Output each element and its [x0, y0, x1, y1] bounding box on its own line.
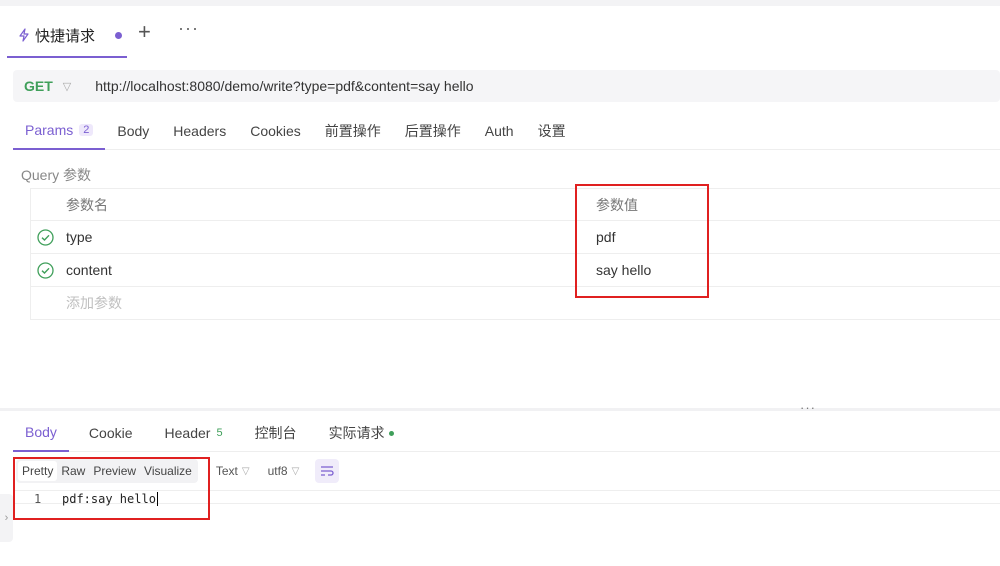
tab-response-cookie[interactable]: Cookie [77, 414, 145, 452]
resize-grip-icon[interactable]: ··· [800, 400, 816, 415]
param-name-field[interactable]: content [66, 262, 112, 278]
highlight-box-values [575, 184, 709, 298]
add-param-input[interactable]: 添加参数 [66, 293, 122, 313]
query-section-label: Query 参数 [21, 167, 92, 183]
sidebar-toggle-icon[interactable]: › [0, 494, 13, 542]
tab-response-header[interactable]: Header 5 [153, 414, 235, 452]
more-icon[interactable]: ··· [178, 18, 199, 39]
response-tabs: Body Cookie Header 5 控制台 实际请求 [13, 414, 1000, 452]
unsaved-dot [115, 31, 123, 39]
tab-post-script[interactable]: 后置操作 [393, 112, 473, 150]
tab-title: 快捷请求 [35, 27, 96, 45]
tab-console[interactable]: 控制台 [243, 414, 309, 452]
highlight-box-response [13, 457, 210, 520]
url-input[interactable]: http://localhost:8080/demo/write?type=pd… [95, 78, 473, 94]
url-bar: GET ▽ http://localhost:8080/demo/write?t… [13, 70, 1000, 102]
tab-quick-request[interactable]: 快捷请求 [7, 14, 127, 58]
add-param-row[interactable]: 添加参数 [30, 287, 1000, 320]
table-header: 参数名 参数值 [30, 188, 1000, 221]
add-tab-icon[interactable]: + [138, 21, 151, 43]
check-circle-icon[interactable] [37, 229, 54, 246]
tab-actual-request[interactable]: 实际请求 [317, 414, 406, 452]
chevron-down-icon: ▽ [291, 465, 300, 477]
header-count-badge: 5 [216, 427, 223, 439]
chevron-down-icon[interactable]: ▽ [63, 80, 71, 93]
check-circle-icon[interactable] [37, 262, 54, 279]
panel-divider[interactable] [0, 408, 1000, 411]
tab-body[interactable]: Body [105, 112, 161, 150]
tab-cookies[interactable]: Cookies [238, 112, 313, 150]
tab-headers[interactable]: Headers [161, 112, 238, 150]
request-tabs: Params 2 Body Headers Cookies 前置操作 后置操作 … [13, 112, 1000, 150]
params-table: 参数名 参数值 type pdf content say hello 添加参数 [30, 188, 1000, 320]
tab-auth[interactable]: Auth [473, 112, 526, 150]
bolt-icon [19, 28, 29, 42]
params-count-badge: 2 [79, 124, 94, 136]
col-name-header: 参数名 [66, 196, 108, 213]
table-row: content say hello [30, 254, 1000, 287]
tab-settings[interactable]: 设置 [526, 112, 578, 150]
param-name-field[interactable]: type [66, 229, 92, 245]
table-row: type pdf [30, 221, 1000, 254]
tab-pre-script[interactable]: 前置操作 [313, 112, 393, 150]
format-select[interactable]: Text ▽ [216, 464, 250, 478]
tab-params[interactable]: Params 2 [13, 112, 106, 150]
method-select[interactable]: GET [24, 78, 53, 94]
tab-bar: 快捷请求 + ··· [0, 6, 1000, 58]
tab-response-body[interactable]: Body [13, 414, 69, 452]
status-dot [388, 430, 394, 436]
wrap-lines-button[interactable] [315, 459, 340, 483]
wrap-icon [321, 466, 334, 476]
chevron-down-icon: ▽ [241, 465, 250, 477]
encoding-select[interactable]: utf8 ▽ [268, 464, 300, 478]
